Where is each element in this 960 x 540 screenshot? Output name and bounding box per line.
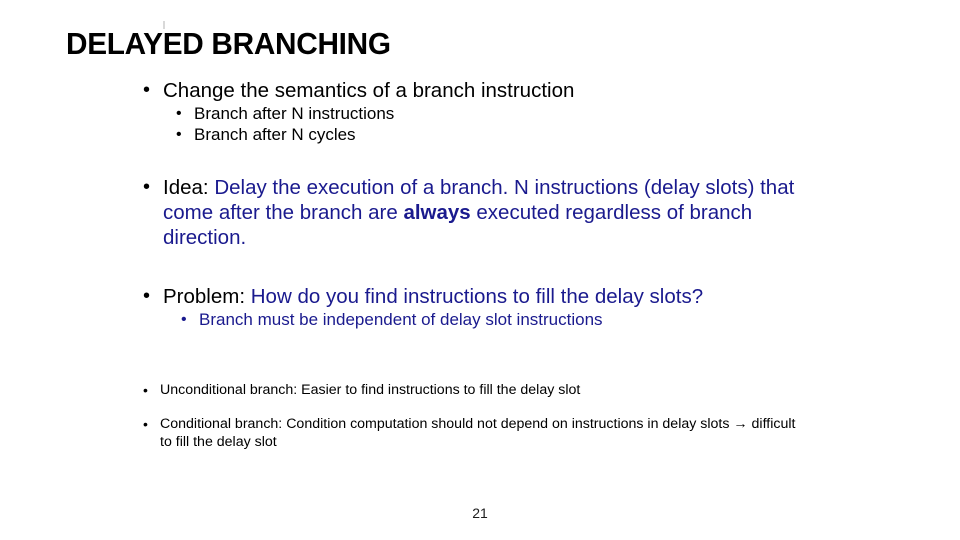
bullet-marker-icon: • xyxy=(176,126,182,143)
arrow-icon: → xyxy=(733,416,748,432)
subbullet-branch-independent: • Branch must be independent of delay sl… xyxy=(0,309,960,331)
bullet-problem-lead: Problem: xyxy=(163,285,246,308)
bullet-problem-text: Problem: How do you find instructions to… xyxy=(163,284,823,309)
bullet-idea-emphasis: always xyxy=(403,201,471,224)
bullet-marker-icon: • xyxy=(143,285,151,307)
bullet-problem-body: How do you find instructions to fill the… xyxy=(250,285,704,308)
page-title: DELAYED BRANCHING xyxy=(66,26,391,61)
slide: DELAYED BRANCHING • Change the semantics… xyxy=(0,0,960,540)
subbullet-branch-after-instructions: • Branch after N instructions xyxy=(0,103,960,124)
bullet-marker-icon: • xyxy=(176,105,182,122)
page-number: 21 xyxy=(472,505,488,521)
bullet-idea-text: Idea: Delay the execution of a branch. N… xyxy=(163,175,823,250)
bullet-unconditional-branch-text: Unconditional branch: Easier to find ins… xyxy=(160,382,581,398)
bullet-marker-icon: • xyxy=(143,79,151,101)
bullet-marker-icon: • xyxy=(143,176,151,198)
title-artifact xyxy=(163,21,165,29)
bullet-idea: • Idea: Delay the execution of a branch.… xyxy=(0,175,960,250)
subbullet-branch-independent-text: Branch must be independent of delay slot… xyxy=(199,310,603,329)
bullet-conditional-branch-text: Conditional branch: Condition computatio… xyxy=(160,415,810,451)
bullet-marker-icon: • xyxy=(143,382,148,398)
bullet-conditional-branch-text-a: Conditional branch: Condition computatio… xyxy=(160,416,730,432)
bullet-unconditional-branch: • Unconditional branch: Easier to find i… xyxy=(0,381,960,399)
slide-body: • Change the semantics of a branch instr… xyxy=(0,78,960,451)
bullet-idea-lead: Idea: xyxy=(163,176,209,199)
bullet-problem: • Problem: How do you find instructions … xyxy=(0,284,960,309)
subbullet-branch-after-cycles-text: Branch after N cycles xyxy=(194,125,356,144)
bullet-change-semantics-text: Change the semantics of a branch instruc… xyxy=(163,79,575,102)
subbullet-branch-after-instructions-text: Branch after N instructions xyxy=(194,104,395,123)
subbullet-branch-after-cycles: • Branch after N cycles xyxy=(0,124,960,145)
bullet-conditional-branch: • Conditional branch: Condition computat… xyxy=(0,415,960,451)
bullet-marker-icon: • xyxy=(143,416,148,432)
bullet-marker-icon: • xyxy=(181,311,187,328)
bullet-change-semantics: • Change the semantics of a branch instr… xyxy=(0,78,960,103)
